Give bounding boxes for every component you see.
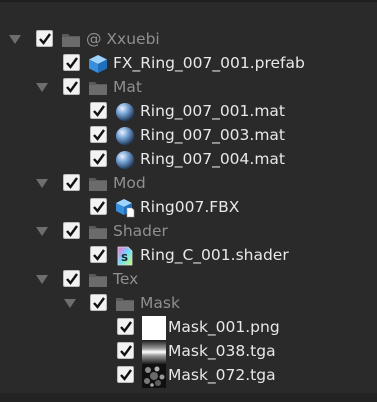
tree-item-label: Mod bbox=[113, 174, 146, 192]
expand-arrow-icon[interactable] bbox=[64, 299, 76, 308]
tree-row-shader[interactable]: S Ring_C_001.shader bbox=[0, 244, 377, 268]
tree-row-texture[interactable]: Mask_072.tga bbox=[0, 364, 377, 388]
tree-row-root[interactable]: @ Xxuebi bbox=[0, 28, 377, 52]
checkbox[interactable] bbox=[90, 198, 107, 215]
texture-thumbnail-icon bbox=[142, 316, 166, 340]
expand-arrow-icon[interactable] bbox=[36, 179, 48, 188]
checkbox[interactable] bbox=[90, 246, 107, 263]
folder-icon bbox=[115, 294, 135, 314]
tree-item-label: Mat bbox=[113, 78, 142, 96]
folder-icon bbox=[88, 222, 108, 242]
svg-text:S: S bbox=[121, 253, 128, 264]
tree-item-label: Mask bbox=[140, 294, 180, 312]
expand-arrow-icon[interactable] bbox=[36, 83, 48, 92]
folder-icon bbox=[88, 174, 108, 194]
panel-top-border bbox=[0, 0, 377, 2]
tree-row-texture[interactable]: Mask_001.png bbox=[0, 316, 377, 340]
tree-row-texture[interactable]: Mask_038.tga bbox=[0, 340, 377, 364]
checkbox[interactable] bbox=[63, 174, 80, 191]
expand-arrow-icon[interactable] bbox=[36, 275, 48, 284]
material-sphere-icon bbox=[115, 126, 135, 146]
tree-item-label: Ring_007_004.mat bbox=[140, 150, 286, 168]
folder-icon bbox=[88, 270, 108, 290]
material-sphere-icon bbox=[115, 150, 135, 170]
checkbox[interactable] bbox=[36, 30, 53, 47]
tree-item-label: Ring_007_001.mat bbox=[140, 102, 286, 120]
material-sphere-icon bbox=[115, 102, 135, 122]
panel-bottom-border bbox=[0, 393, 377, 402]
tree-row-folder-mod[interactable]: Mod bbox=[0, 172, 377, 196]
checkbox[interactable] bbox=[63, 78, 80, 95]
tree-item-label: Mask_001.png bbox=[168, 318, 280, 336]
tree-item-label: FX_Ring_007_001.prefab bbox=[113, 54, 305, 72]
shader-icon: S bbox=[115, 246, 135, 266]
tree-item-label: Tex bbox=[113, 270, 139, 288]
folder-icon bbox=[61, 30, 81, 50]
tree-row-material[interactable]: Ring_007_004.mat bbox=[0, 148, 377, 172]
checkbox[interactable] bbox=[117, 342, 134, 359]
checkbox[interactable] bbox=[90, 294, 107, 311]
tree-item-label: Ring007.FBX bbox=[140, 198, 240, 216]
tree-item-label: @ Xxuebi bbox=[86, 30, 160, 48]
tree-row-folder-mask[interactable]: Mask bbox=[0, 292, 377, 316]
checkbox[interactable] bbox=[90, 150, 107, 167]
tree-row-folder-tex[interactable]: Tex bbox=[0, 268, 377, 292]
texture-thumbnail-icon bbox=[142, 364, 166, 388]
folder-icon bbox=[88, 78, 108, 98]
import-package-tree-panel: @ Xxuebi FX_Ring_007_001.prefab Mat Ring… bbox=[0, 0, 377, 402]
tree-row-prefab[interactable]: FX_Ring_007_001.prefab bbox=[0, 52, 377, 76]
tree-row-model[interactable]: Ring007.FBX bbox=[0, 196, 377, 220]
checkbox[interactable] bbox=[90, 102, 107, 119]
checkbox[interactable] bbox=[117, 318, 134, 335]
tree-row-folder-mat[interactable]: Mat bbox=[0, 76, 377, 100]
tree-item-label: Mask_038.tga bbox=[168, 342, 276, 360]
tree-item-label: Mask_072.tga bbox=[168, 366, 276, 384]
checkbox[interactable] bbox=[63, 54, 80, 71]
model-icon bbox=[115, 198, 135, 218]
tree-row-material[interactable]: Ring_007_001.mat bbox=[0, 100, 377, 124]
checkbox[interactable] bbox=[63, 222, 80, 239]
checkbox[interactable] bbox=[63, 270, 80, 287]
expand-arrow-icon[interactable] bbox=[9, 35, 21, 44]
tree-row-material[interactable]: Ring_007_003.mat bbox=[0, 124, 377, 148]
texture-thumbnail-icon bbox=[142, 340, 166, 364]
checkbox[interactable] bbox=[90, 126, 107, 143]
tree-item-label: Ring_C_001.shader bbox=[140, 246, 289, 264]
checkbox[interactable] bbox=[117, 366, 134, 383]
tree-row-folder-shader[interactable]: Shader bbox=[0, 220, 377, 244]
expand-arrow-icon[interactable] bbox=[36, 227, 48, 236]
tree-item-label: Shader bbox=[113, 222, 168, 240]
prefab-cube-icon bbox=[88, 54, 108, 74]
tree-item-label: Ring_007_003.mat bbox=[140, 126, 286, 144]
